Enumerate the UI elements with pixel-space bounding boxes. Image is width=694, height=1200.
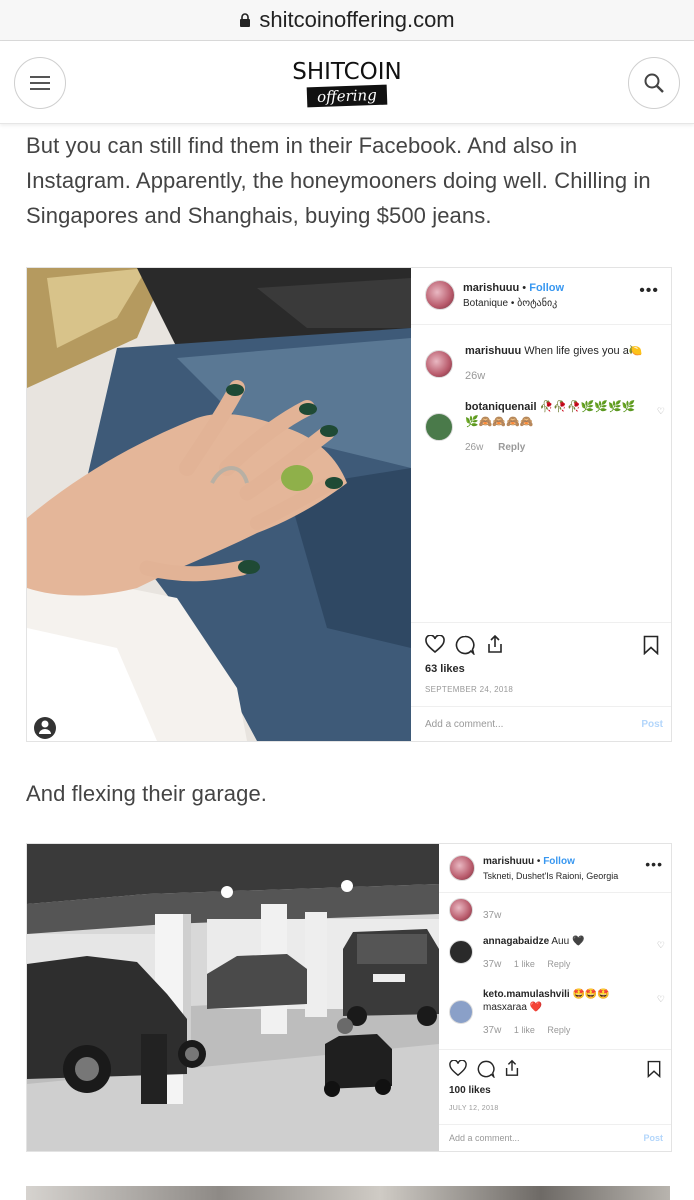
post-date: SEPTEMBER 24, 2018 — [425, 685, 514, 694]
avatar[interactable] — [449, 1000, 473, 1024]
hand-with-ring-photo — [27, 268, 411, 741]
comment-icon[interactable] — [455, 635, 475, 655]
comment-username[interactable]: annagabaidze — [483, 936, 549, 947]
comment-age[interactable]: 26w — [465, 370, 485, 382]
post-username[interactable]: marishuuu — [483, 856, 534, 867]
avatar[interactable] — [449, 898, 473, 922]
avatar[interactable] — [425, 280, 455, 310]
comment: annagabaidze Auu 🖤 — [483, 936, 584, 947]
logo-top-text: SHITCOIN — [292, 59, 402, 85]
comment-age[interactable]: 37w — [483, 910, 501, 921]
heart-icon[interactable] — [449, 1060, 467, 1077]
instagram-embed: marishuuu • Follow Tskneti, Dushet'Is Ra… — [26, 843, 672, 1152]
share-icon[interactable] — [485, 634, 505, 654]
garage-photo — [27, 844, 439, 1151]
avatar[interactable] — [425, 413, 453, 441]
instagram-sidebar: marishuuu • Follow Botanique • ბოტანიკ •… — [411, 268, 671, 741]
logo-bottom-text: offering — [306, 84, 388, 108]
comment-likes[interactable]: 1 like — [514, 1025, 535, 1035]
lock-icon — [240, 13, 251, 27]
heart-icon[interactable]: ♡ — [657, 994, 665, 1005]
article-paragraph: And flexing their garage. — [26, 781, 267, 806]
menu-button[interactable] — [14, 57, 66, 109]
post-photo[interactable] — [27, 268, 411, 741]
post-location[interactable]: Tskneti, Dushet'Is Raioni, Georgia — [483, 871, 618, 881]
heart-icon[interactable]: ♡ — [657, 406, 665, 417]
post-username[interactable]: marishuuu — [463, 282, 519, 294]
comment-age[interactable]: 37w — [483, 1025, 501, 1036]
post-actions: 100 likes JULY 12, 2018 — [439, 1049, 671, 1125]
comment-text: Auu 🖤 — [551, 936, 585, 947]
avatar[interactable] — [425, 350, 453, 378]
comment-username[interactable]: keto.mamulashvili — [483, 989, 570, 1000]
comment-age[interactable]: 26w — [465, 442, 483, 453]
add-comment-field[interactable]: Add a comment... Post — [411, 706, 671, 742]
add-comment-placeholder: Add a comment... — [425, 719, 504, 730]
site-logo[interactable]: SHITCOIN offering — [262, 59, 432, 115]
post-location[interactable]: Botanique • ბოტანიკ — [463, 298, 557, 309]
search-icon — [644, 73, 664, 93]
comment-username[interactable]: botaniquenail — [465, 401, 537, 413]
likes-count[interactable]: 63 likes — [425, 663, 465, 675]
reply-button[interactable]: Reply — [547, 1025, 570, 1035]
add-comment-placeholder: Add a comment... — [449, 1133, 520, 1143]
more-options-icon[interactable]: ••• — [645, 856, 663, 872]
more-options-icon[interactable]: ••• — [639, 282, 659, 300]
article-paragraph: But you can still find them in their Fac… — [26, 133, 651, 228]
comment: botaniquenail 🥀🥀🥀🌿🌿🌿🌿🌿🙈🙈🙈🙈 — [465, 400, 645, 430]
likes-count[interactable]: 100 likes — [449, 1085, 491, 1096]
post-date: JULY 12, 2018 — [449, 1105, 499, 1112]
post-photo[interactable] — [27, 844, 439, 1151]
bookmark-icon[interactable] — [643, 635, 659, 655]
search-button[interactable] — [628, 57, 680, 109]
comment-icon[interactable] — [477, 1060, 495, 1078]
post-header: marishuuu • Follow Tskneti, Dushet'Is Ra… — [439, 844, 671, 893]
post-comment-button[interactable]: Post — [641, 707, 663, 742]
heart-icon[interactable]: ♡ — [657, 940, 665, 951]
comment-likes[interactable]: 1 like — [514, 959, 535, 969]
follow-button[interactable]: Follow — [529, 282, 564, 294]
hamburger-icon — [30, 76, 50, 90]
comment-age[interactable]: 37w — [483, 959, 501, 970]
share-icon[interactable] — [503, 1059, 521, 1077]
next-post-photo[interactable] — [26, 1186, 670, 1200]
site-header: SHITCOIN offering — [0, 41, 694, 124]
avatar[interactable] — [449, 855, 475, 881]
avatar[interactable] — [449, 940, 473, 964]
add-comment-field[interactable]: Add a comment... Post — [439, 1124, 671, 1152]
url-text: shitcoinoffering.com — [259, 7, 455, 32]
post-actions: 63 likes SEPTEMBER 24, 2018 — [411, 622, 671, 707]
reply-button[interactable]: Reply — [498, 442, 525, 453]
comment: keto.mamulashvili 🤩🤩🤩 masxaraa ❤️ — [483, 988, 643, 1014]
comment: marishuuu When life gives you a🍋 — [465, 344, 655, 357]
reply-button[interactable]: Reply — [547, 959, 570, 969]
comment-username[interactable]: marishuuu — [465, 345, 521, 357]
bookmark-icon[interactable] — [647, 1060, 661, 1078]
browser-url-bar[interactable]: shitcoinoffering.com — [0, 0, 694, 41]
comment-text: When life gives you a🍋 — [524, 345, 643, 357]
instagram-sidebar: marishuuu • Follow Tskneti, Dushet'Is Ra… — [439, 844, 671, 1151]
follow-button[interactable]: Follow — [543, 856, 575, 867]
heart-icon[interactable] — [425, 635, 445, 654]
post-header: marishuuu • Follow Botanique • ბოტანიკ •… — [411, 268, 671, 325]
post-comment-button[interactable]: Post — [643, 1125, 663, 1152]
instagram-embed: marishuuu • Follow Botanique • ბოტანიკ •… — [26, 267, 672, 742]
